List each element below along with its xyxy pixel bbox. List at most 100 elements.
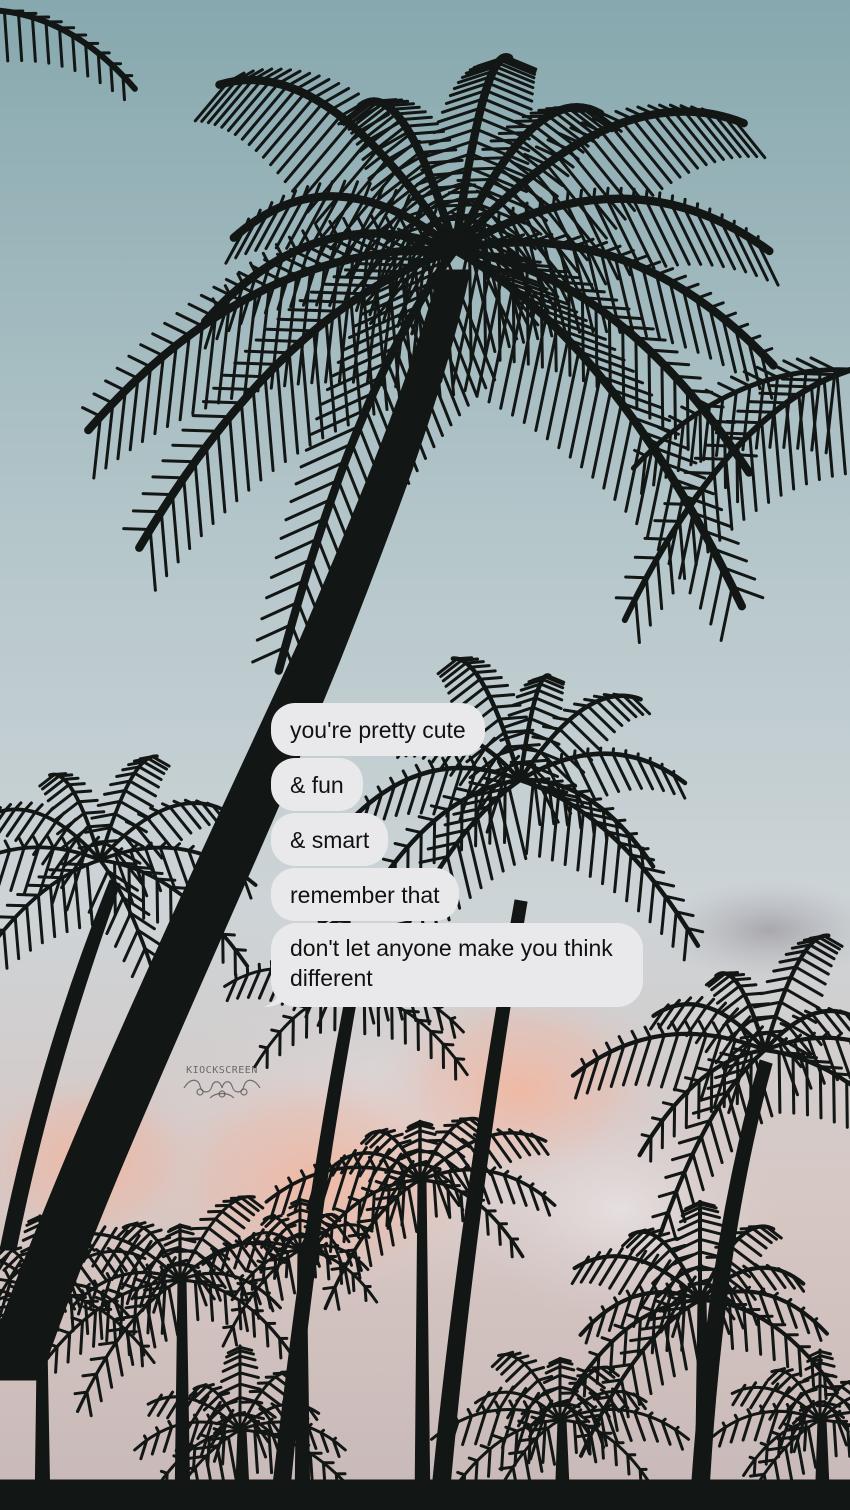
- palm-leaflet: [223, 934, 235, 935]
- palm-leaflet: [793, 1056, 794, 1113]
- palm-leaflet: [585, 699, 598, 701]
- palm-leaflet: [584, 1372, 586, 1396]
- palm-leaflet: [820, 1067, 841, 1069]
- message-bubble: remember that: [271, 868, 459, 921]
- palm-leaflet: [847, 1082, 848, 1128]
- palm-leaflet: [168, 1265, 187, 1266]
- palm-leaflet: [834, 1074, 835, 1122]
- palm-leaflet: [814, 1319, 817, 1321]
- palm-leaflet: [511, 1239, 512, 1257]
- message-thread: you're pretty cute & fun & smart remembe…: [271, 703, 691, 1009]
- palm-leaflet: [232, 1309, 243, 1311]
- palm-leaflet: [185, 1239, 202, 1240]
- palm-leaflet: [489, 1449, 491, 1477]
- palm-leaflet: [577, 1435, 591, 1437]
- palm-leaflet: [746, 229, 747, 236]
- palm-leaflet: [487, 1211, 489, 1234]
- palm-leaflet: [347, 1223, 350, 1225]
- palm-leaflet: [171, 887, 188, 888]
- palm-leaflet: [515, 121, 541, 122]
- palm-leaflet: [471, 666, 490, 668]
- palm-leaflet: [730, 975, 744, 976]
- palm-leaflet: [790, 1274, 793, 1276]
- palm-leaflet: [716, 1247, 731, 1248]
- palm-leaflet: [500, 1467, 513, 1469]
- palm-leaflet: [234, 1415, 248, 1416]
- palm-leaflet: [530, 1184, 533, 1187]
- palm-leaflet: [311, 292, 363, 294]
- palm-leaflet: [241, 1293, 254, 1295]
- message-bubble: you're pretty cute: [271, 703, 485, 756]
- palm-leaflet: [698, 1269, 716, 1270]
- palm-leaflet: [760, 393, 799, 394]
- palm-leaflet: [358, 1201, 360, 1234]
- palm-leaflet: [81, 1321, 83, 1353]
- palm-leaflet: [466, 168, 499, 169]
- palm-leaflet: [79, 800, 97, 801]
- palm-leaflet: [61, 864, 87, 865]
- palm-leaflet: [284, 1402, 287, 1404]
- palm-leaflet: [751, 1474, 765, 1476]
- palm-leaflet: [597, 1356, 599, 1384]
- palm-leaflet: [685, 472, 714, 473]
- palm-leaflet: [322, 1228, 326, 1231]
- palm-leaflet: [197, 908, 211, 909]
- palm-leaflet: [50, 870, 75, 871]
- palm-leaflet: [623, 327, 624, 401]
- palm-leaflet: [405, 1011, 418, 1012]
- palm-leaflet: [659, 193, 660, 202]
- palm-leaflet: [634, 1394, 637, 1396]
- palm-leaflet: [594, 696, 606, 698]
- palm-leaflet: [72, 1281, 75, 1284]
- palm-leaflet: [675, 488, 703, 489]
- palm-leaflet: [711, 1071, 712, 1111]
- palm-leaflet: [724, 1239, 738, 1240]
- palm-leaflet: [760, 1460, 775, 1462]
- palm-leaflet: [491, 140, 521, 141]
- palm-leaflet: [266, 1324, 268, 1347]
- palm-leaflet: [512, 208, 513, 221]
- palm-leaflet: [672, 196, 673, 205]
- palm-leaflet: [469, 228, 471, 242]
- palm-leaflet: [341, 1250, 355, 1252]
- palm-leaflet: [344, 1212, 346, 1241]
- palm-leaflet: [649, 350, 650, 418]
- palm-leaflet: [115, 863, 137, 865]
- palm-leaflet: [324, 1243, 326, 1245]
- palm-leaflet: [474, 1200, 476, 1226]
- palm-leaflet: [101, 1291, 103, 1293]
- palm-leaflet: [662, 363, 689, 365]
- palm-leaflet: [18, 895, 39, 896]
- palm-leaflet: [365, 1287, 366, 1301]
- palm-leaflet: [69, 784, 85, 785]
- palm-leaflet: [28, 885, 50, 886]
- palm-leaflet: [173, 445, 207, 446]
- palm-leaflet: [163, 461, 195, 462]
- palm-leaflet: [455, 1059, 463, 1060]
- palm-leaflet: [327, 1257, 329, 1279]
- bubble-tail-icon: [264, 987, 284, 1007]
- palm-leaflet: [707, 1257, 724, 1258]
- palm-leaflet: [176, 1251, 194, 1252]
- palm-leaflet: [475, 671, 495, 673]
- palm-leaflet: [735, 979, 750, 980]
- watermark: KIOCKSCREEN: [176, 1065, 268, 1105]
- palm-leaflet: [626, 577, 647, 578]
- palm-leaflet: [451, 1018, 455, 1020]
- palm-leaflet: [580, 190, 581, 201]
- palm-leaflet: [695, 458, 726, 459]
- palm-leaflet: [68, 1333, 70, 1362]
- palm-leaflet: [331, 1226, 333, 1252]
- palm-leaflet: [749, 402, 787, 403]
- palm-leaflet: [840, 1011, 845, 1013]
- palm-leaflet: [245, 351, 289, 353]
- palm-leaflet: [799, 1347, 801, 1376]
- palm-leaflet: [734, 221, 735, 228]
- palm-leaflet: [84, 812, 104, 814]
- palm-leaflet: [333, 1438, 335, 1440]
- palm-leaflet: [457, 658, 471, 659]
- palm-leaflet: [111, 64, 113, 91]
- palm-leaflet: [483, 148, 514, 149]
- palm-leaflet: [594, 189, 595, 200]
- palm-leaflet: [706, 445, 738, 446]
